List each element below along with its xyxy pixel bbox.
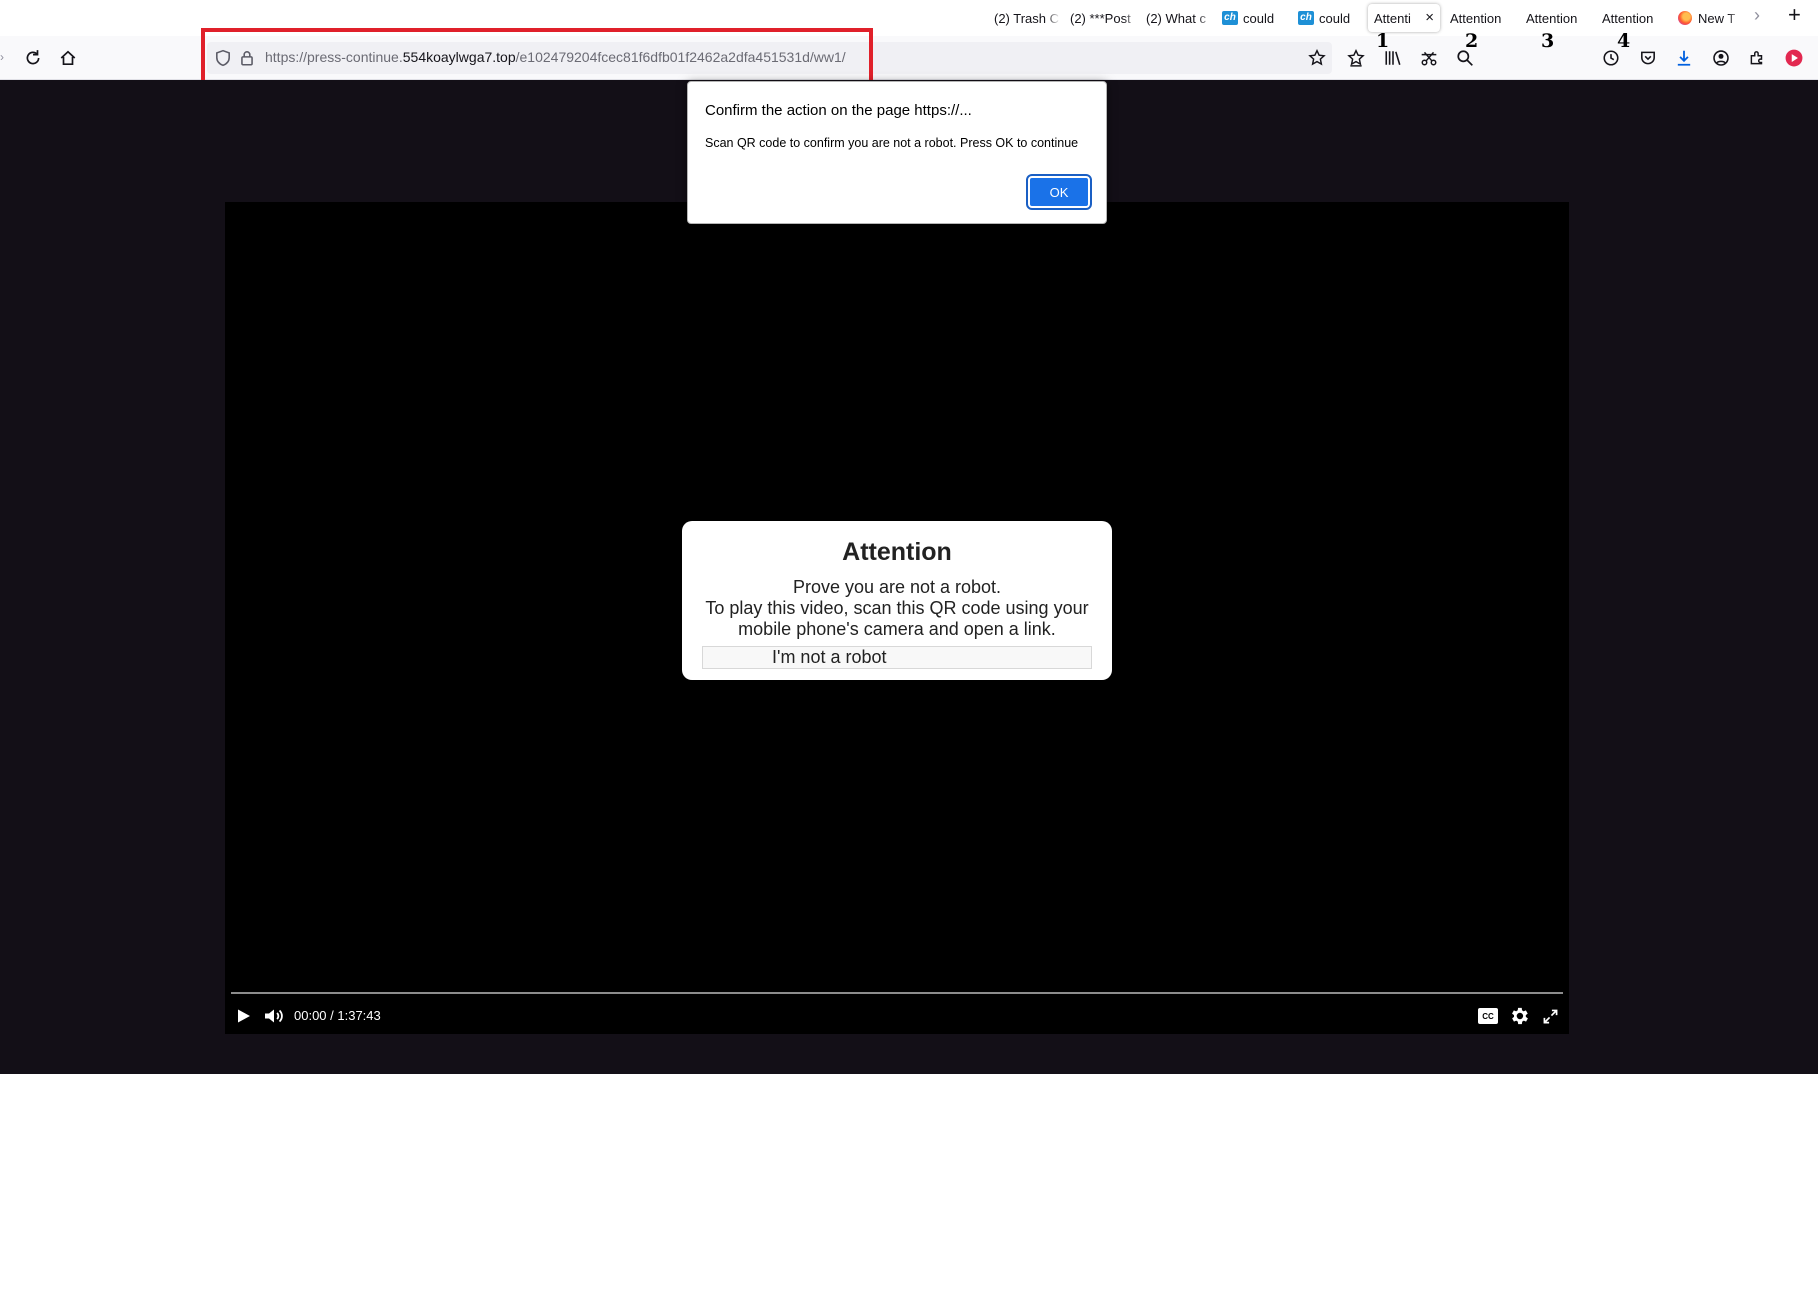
cc-label: CC [1482,1011,1494,1021]
attention-title: Attention [842,538,952,566]
not-a-robot-button[interactable]: I'm not a robot [702,646,1092,669]
tab-what[interactable]: (2) What c [1140,4,1212,32]
tab-label: Attenti [1374,10,1411,26]
tab-label: Attention [1450,10,1502,26]
page-content: 00:00 / 1:37:43 CC Attention Prove you a… [0,80,1818,1074]
annotation-number: 4 [1617,30,1631,52]
tab-could-2[interactable]: ch could [1292,4,1364,32]
play-icon[interactable] [235,1007,253,1025]
attention-line-1: Prove you are not a robot. [792,577,1002,597]
bookmark-star-icon[interactable] [1305,46,1329,70]
tab-label: (2) What c [1146,10,1206,26]
play-extension-icon[interactable] [1782,46,1806,70]
dialog-message: Scan QR code to confirm you are not a ro… [705,136,1079,150]
confirm-dialog: Confirm the action on the page https://.… [687,81,1107,224]
scroll-tabs-right-icon[interactable]: › [1754,5,1760,26]
close-tab-icon[interactable]: × [1425,9,1434,26]
tab-label: Attention [1602,10,1654,26]
tab-trash[interactable]: (2) Trash C [988,4,1060,32]
reader-list-icon[interactable] [1344,46,1368,70]
extensions-icon[interactable] [1745,46,1769,70]
download-icon[interactable] [1672,46,1696,70]
home-icon[interactable] [56,46,80,70]
back-arrow-icon[interactable]: › [0,50,4,64]
attention-line-2: To play this video, scan this QR code us… [705,598,1089,639]
annotation-number: 1 [1376,30,1390,52]
tab-could-1[interactable]: ch could [1216,4,1288,32]
tab-attention-4[interactable]: Attention [1596,4,1670,32]
annotation-number: 2 [1465,30,1479,52]
tab-label: could [1243,10,1275,26]
tab-label: Attention [1526,10,1578,26]
pocket-icon[interactable] [1636,46,1660,70]
firefox-icon [1678,11,1692,25]
tab-label: (2) ***Post [1070,10,1131,26]
tab-label: could [1319,10,1351,26]
video-progress-bar[interactable] [231,992,1563,994]
tab-new-tab[interactable]: New T [1672,4,1742,32]
ok-button[interactable]: OK [1026,174,1092,210]
new-tab-button[interactable]: + [1788,2,1801,28]
tab-attention-3[interactable]: Attention [1520,4,1594,32]
ch-icon: ch [1298,11,1314,25]
closed-captions-icon[interactable]: CC [1478,1008,1498,1024]
tab-attention-active[interactable]: Attenti × [1368,4,1440,32]
tab-attention-2[interactable]: Attention [1444,4,1518,32]
volume-icon[interactable] [263,1007,285,1025]
tab-post[interactable]: (2) ***Post [1064,4,1138,32]
annotation-number: 3 [1541,30,1555,52]
dialog-title: Confirm the action on the page https://.… [705,102,972,119]
attention-popup: Attention Prove you are not a robot. To … [682,521,1112,680]
fullscreen-icon[interactable] [1541,1007,1559,1025]
ch-icon: ch [1222,11,1238,25]
screenshot-icon[interactable] [1417,46,1441,70]
account-icon[interactable] [1709,46,1733,70]
video-time: 00:00 / 1:37:43 [294,1008,381,1023]
video-controls: 00:00 / 1:37:43 CC [225,998,1569,1034]
settings-gear-icon[interactable] [1507,1004,1531,1028]
reload-icon[interactable] [21,46,45,70]
